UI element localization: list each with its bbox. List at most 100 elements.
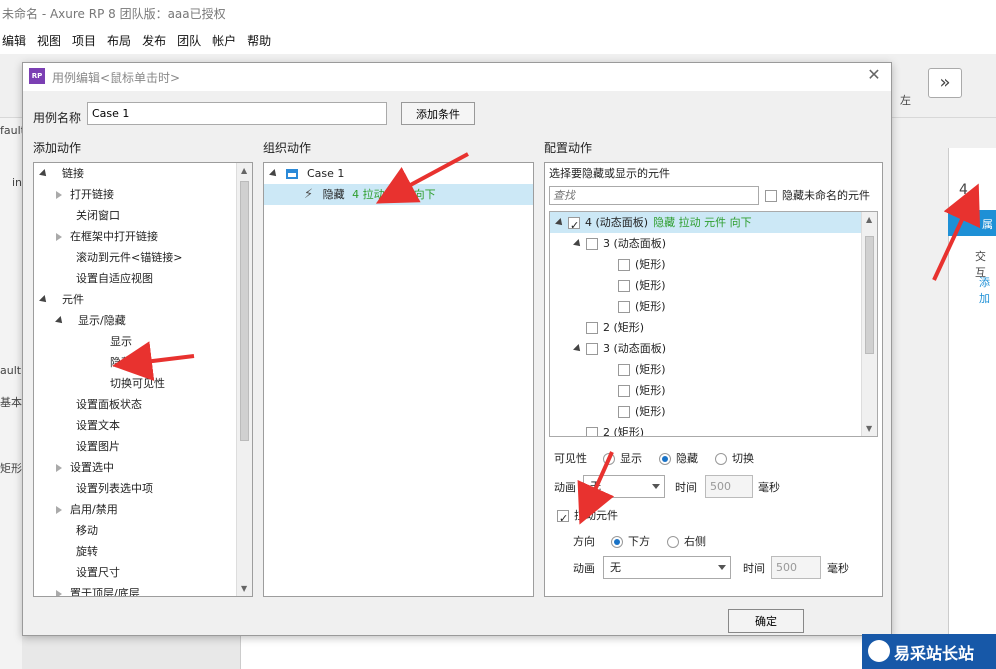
action-item[interactable]: 关闭窗口 bbox=[56, 205, 120, 226]
vis-hide-option[interactable]: 隐藏 bbox=[659, 448, 698, 469]
animation2-select[interactable]: 无 bbox=[603, 556, 731, 579]
add-condition-button[interactable]: 添加条件 bbox=[401, 102, 475, 125]
actions-scrollbar[interactable]: ▲ ▼ bbox=[236, 163, 252, 596]
vis-toggle-radio[interactable] bbox=[715, 453, 727, 465]
collapse-icon[interactable] bbox=[56, 464, 62, 472]
expand-icon[interactable] bbox=[573, 344, 583, 354]
menu-publish[interactable]: 发布 bbox=[142, 32, 166, 49]
widget-label: (矩形) bbox=[635, 384, 666, 397]
action-item[interactable]: 置于顶层/底层 bbox=[56, 583, 140, 596]
expand-icon[interactable] bbox=[55, 316, 65, 326]
case-name-input[interactable] bbox=[87, 102, 387, 125]
widget-row[interactable]: (矩形) bbox=[550, 401, 862, 422]
hide-unnamed-toggle[interactable]: 隐藏未命名的元件 bbox=[765, 185, 870, 206]
action-item[interactable]: 打开链接 bbox=[56, 184, 114, 205]
widget-row[interactable]: (矩形) bbox=[550, 359, 862, 380]
action-item[interactable]: 显示 bbox=[90, 331, 132, 352]
design-canvas[interactable] bbox=[240, 632, 900, 669]
widget-checkbox[interactable] bbox=[618, 301, 630, 313]
action-item[interactable]: 滚动到元件<锚链接> bbox=[56, 247, 182, 268]
action-item[interactable]: 切换可见性 bbox=[90, 373, 165, 394]
action-item[interactable]: 设置面板状态 bbox=[56, 394, 142, 415]
expand-icon[interactable] bbox=[39, 169, 49, 179]
widget-row[interactable]: 4 (动态面板) 隐藏 拉动 元件 向下 bbox=[550, 212, 862, 236]
widget-row[interactable]: 2 (矩形) bbox=[550, 422, 862, 436]
close-icon[interactable]: ✕ bbox=[865, 66, 883, 84]
menu-account[interactable]: 帐户 bbox=[212, 32, 236, 49]
action-item[interactable]: 元件 bbox=[39, 289, 84, 310]
widget-row[interactable]: (矩形) bbox=[550, 296, 862, 317]
actions-scroll-thumb[interactable] bbox=[240, 181, 249, 441]
menu-view[interactable]: 视图 bbox=[37, 32, 61, 49]
collapse-icon[interactable] bbox=[56, 506, 62, 514]
align-left-label: 左 bbox=[900, 94, 911, 107]
action-item[interactable]: 设置尺寸 bbox=[56, 562, 120, 583]
vis-show-radio[interactable] bbox=[603, 453, 615, 465]
widget-checkbox[interactable] bbox=[586, 238, 598, 250]
widget-row[interactable]: 3 (动态面板) bbox=[550, 233, 862, 254]
dir-right-radio[interactable] bbox=[667, 536, 679, 548]
expand-icon[interactable] bbox=[555, 218, 565, 228]
dir-right-option[interactable]: 右侧 bbox=[667, 531, 706, 552]
action-item[interactable]: 隐藏 bbox=[90, 352, 132, 373]
action-detail: 4 拉动 元件 向下 bbox=[352, 188, 436, 201]
action-item[interactable]: 设置列表选中项 bbox=[56, 478, 153, 499]
pull-widgets-checkbox[interactable] bbox=[557, 508, 569, 529]
vis-hide-radio[interactable] bbox=[659, 453, 671, 465]
widget-checkbox[interactable] bbox=[586, 427, 598, 436]
menu-layout[interactable]: 布局 bbox=[107, 32, 131, 49]
hide-unnamed-checkbox[interactable] bbox=[765, 190, 777, 202]
dir-down-radio[interactable] bbox=[611, 536, 623, 548]
widget-row[interactable]: (矩形) bbox=[550, 380, 862, 401]
menu-edit[interactable]: 编辑 bbox=[2, 32, 26, 49]
widget-checkbox[interactable] bbox=[568, 215, 580, 236]
widget-row[interactable]: (矩形) bbox=[550, 275, 862, 296]
add-case-link[interactable]: 添加 bbox=[979, 274, 996, 306]
action-item[interactable]: 设置自适应视图 bbox=[56, 268, 153, 289]
pull-widgets-option[interactable]: 拉动元件 bbox=[557, 505, 618, 529]
vis-show-option[interactable]: 显示 bbox=[603, 448, 642, 469]
widget-row[interactable]: (矩形) bbox=[550, 254, 862, 275]
action-item[interactable]: 显示/隐藏 bbox=[55, 310, 126, 331]
widget-checkbox[interactable] bbox=[586, 322, 598, 334]
action-item-label: 元件 bbox=[62, 293, 84, 306]
widget-checkbox[interactable] bbox=[618, 364, 630, 376]
widget-checkbox[interactable] bbox=[618, 385, 630, 397]
widget-scrollbar[interactable]: ▲ ▼ bbox=[861, 212, 877, 436]
case-node[interactable]: Case 1 bbox=[269, 163, 344, 184]
dir-down-option[interactable]: 下方 bbox=[611, 531, 650, 552]
time2-input[interactable]: 500 bbox=[771, 556, 821, 579]
expand-icon[interactable] bbox=[573, 239, 583, 249]
menu-team[interactable]: 团队 bbox=[177, 32, 201, 49]
action-item[interactable]: 链接 bbox=[39, 163, 84, 184]
expand-icon[interactable] bbox=[39, 295, 49, 305]
widget-search-input[interactable] bbox=[549, 186, 759, 205]
menu-help[interactable]: 帮助 bbox=[247, 32, 271, 49]
action-row-hide[interactable]: ⚡ 隐藏 4 拉动 元件 向下 bbox=[264, 184, 533, 205]
properties-tab[interactable]: 属 bbox=[948, 210, 996, 236]
widget-checkbox[interactable] bbox=[618, 406, 630, 418]
widget-checkbox[interactable] bbox=[618, 259, 630, 271]
widget-checkbox[interactable] bbox=[586, 343, 598, 355]
animation-select[interactable]: 无 bbox=[583, 475, 665, 498]
action-item[interactable]: 设置文本 bbox=[56, 415, 120, 436]
collapse-icon[interactable] bbox=[56, 191, 62, 199]
action-item[interactable]: 在框架中打开链接 bbox=[56, 226, 158, 247]
action-item[interactable]: 旋转 bbox=[56, 541, 98, 562]
menu-project[interactable]: 项目 bbox=[72, 32, 96, 49]
action-item[interactable]: 设置选中 bbox=[56, 457, 114, 478]
ok-button[interactable]: 确定 bbox=[728, 609, 804, 633]
vis-toggle-option[interactable]: 切换 bbox=[715, 448, 754, 469]
time-input[interactable]: 500 bbox=[705, 475, 753, 498]
collapse-icon[interactable] bbox=[56, 233, 62, 241]
widget-checkbox[interactable] bbox=[618, 280, 630, 292]
more-tools-button[interactable]: » bbox=[928, 68, 962, 98]
widget-row[interactable]: 2 (矩形) bbox=[550, 317, 862, 338]
collapse-icon[interactable] bbox=[56, 590, 62, 596]
inspector-value: 4 bbox=[959, 182, 968, 198]
action-item[interactable]: 移动 bbox=[56, 520, 98, 541]
action-item[interactable]: 设置图片 bbox=[56, 436, 120, 457]
action-item[interactable]: 启用/禁用 bbox=[56, 499, 118, 520]
widget-row[interactable]: 3 (动态面板) bbox=[550, 338, 862, 359]
widget-scroll-thumb[interactable] bbox=[865, 236, 874, 354]
